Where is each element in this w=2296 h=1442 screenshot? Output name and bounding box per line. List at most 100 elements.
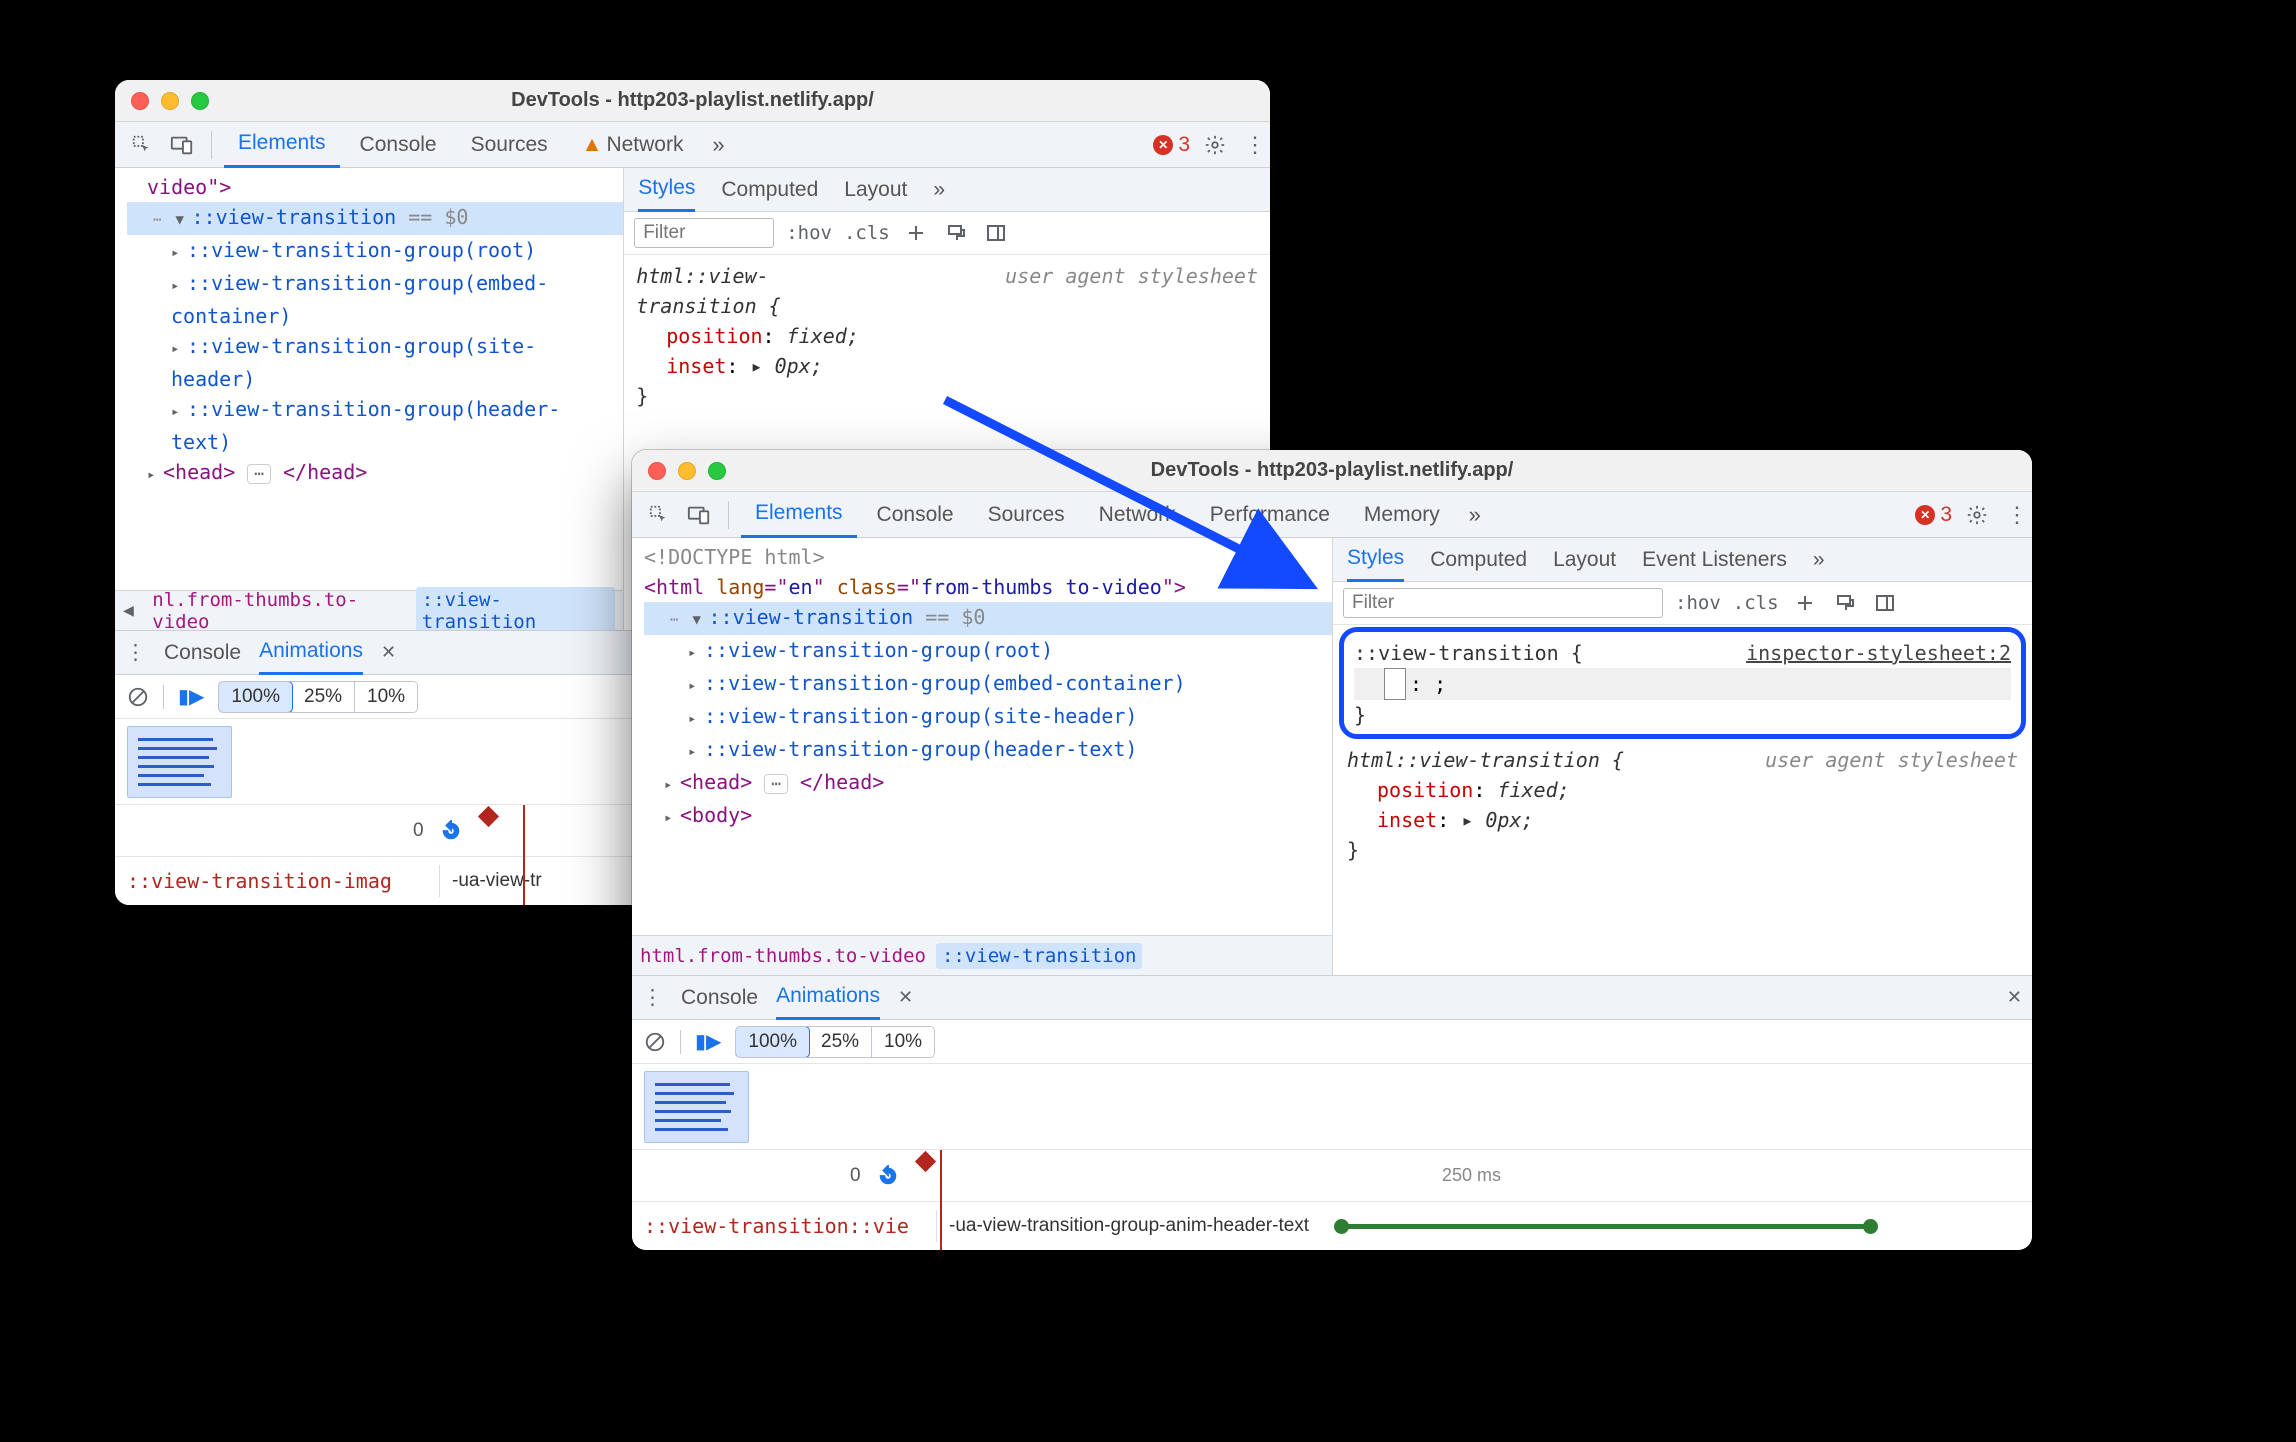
styles-more-icon[interactable]: » [933, 178, 945, 202]
close-dot[interactable] [648, 462, 666, 480]
close-dot[interactable] [131, 92, 149, 110]
dom-group-embed[interactable]: ▸::view-transition-group(embed-container… [644, 668, 1332, 701]
new-rule-icon[interactable] [902, 223, 930, 243]
speed-10[interactable]: 10% [355, 682, 417, 712]
styles-filter[interactable] [1343, 588, 1663, 618]
error-badge[interactable]: ✕ 3 [1145, 133, 1198, 157]
tab-close-icon[interactable]: ✕ [898, 987, 913, 1008]
speed-100[interactable]: 100% [218, 681, 293, 713]
clear-icon[interactable] [644, 1031, 666, 1053]
anim-thumb[interactable] [127, 726, 232, 798]
cls-toggle[interactable]: .cls [844, 222, 890, 244]
settings-icon[interactable] [1204, 134, 1234, 156]
dtab-console[interactable]: Console [164, 631, 241, 675]
dom-group-header-text[interactable]: ▸::view-transition-group(header-text) [644, 734, 1332, 767]
tab-styles[interactable]: Styles [638, 168, 695, 212]
dom-group-header-text[interactable]: ▸::view-transition-group(header- [127, 394, 623, 427]
zoom-dot[interactable] [708, 462, 726, 480]
kebab-icon[interactable]: ⋮ [1240, 132, 1270, 158]
tab-sources[interactable]: Sources [457, 122, 562, 168]
keyframe-diamond[interactable] [914, 1150, 935, 1171]
panel-toggle-icon[interactable] [1871, 593, 1899, 613]
cls-toggle[interactable]: .cls [1733, 592, 1779, 614]
device-toggle-icon[interactable] [165, 128, 199, 162]
dom-head[interactable]: ▸<head> ⋯ </head> [644, 767, 1332, 800]
speed-10[interactable]: 10% [872, 1027, 934, 1057]
styles-more-icon[interactable]: » [1813, 548, 1825, 572]
styles-filter[interactable] [634, 218, 774, 248]
replay-icon[interactable] [877, 1165, 899, 1187]
speed-25[interactable]: 25% [809, 1027, 872, 1057]
playhead-line[interactable] [940, 1150, 942, 1250]
inspect-icon[interactable] [642, 498, 676, 532]
tab-computed[interactable]: Computed [721, 168, 818, 212]
inspect-icon[interactable] [125, 128, 159, 162]
crumb-html[interactable]: html.from-thumbs.to-video [640, 945, 926, 967]
clear-icon[interactable] [127, 686, 149, 708]
more-tabs-icon[interactable]: » [703, 132, 733, 158]
play-icon[interactable]: ▮▶ [178, 684, 204, 709]
keyframe-diamond[interactable] [477, 805, 498, 826]
stylesheet-link[interactable]: inspector-stylesheet:2 [1746, 638, 2011, 668]
crumb-left-icon[interactable]: ◀ [123, 600, 142, 621]
paint-icon[interactable] [1831, 593, 1859, 613]
tab-console[interactable]: Console [346, 122, 451, 168]
dom-group-embed[interactable]: ▸::view-transition-group(embed- [127, 268, 623, 301]
playhead-line[interactable] [523, 805, 525, 905]
minimize-dot[interactable] [678, 462, 696, 480]
property-edit-input[interactable] [1384, 668, 1406, 700]
anim-track[interactable]: ::view-transition::vie -ua-view-transiti… [632, 1202, 2032, 1250]
anim-ruler[interactable]: 0 250 ms [632, 1150, 2032, 1202]
tab-elements[interactable]: Elements [741, 492, 857, 538]
panel-toggle-icon[interactable] [982, 223, 1010, 243]
drawer-kebab-icon[interactable]: ⋮ [125, 640, 146, 665]
hov-toggle[interactable]: :hov [1675, 592, 1721, 614]
dtab-console[interactable]: Console [681, 976, 758, 1020]
tab-memory[interactable]: Memory [1350, 492, 1454, 538]
tab-layout[interactable]: Layout [1553, 538, 1616, 582]
dom-tree[interactable]: video"> ⋯ ▼::view-transition == $0 ▸::vi… [115, 168, 623, 590]
crumb-html[interactable]: nl.from-thumbs.to-video [152, 589, 406, 631]
anim-thumb[interactable] [644, 1071, 749, 1143]
speed-100[interactable]: 100% [735, 1026, 810, 1058]
drawer-kebab-icon[interactable]: ⋮ [642, 985, 663, 1010]
dom-group-site-header[interactable]: ▸::view-transition-group(site-header) [644, 701, 1332, 734]
tab-event-listeners[interactable]: Event Listeners [1642, 538, 1787, 582]
tab-layout[interactable]: Layout [844, 168, 907, 212]
dtab-animations[interactable]: Animations [776, 976, 880, 1020]
breadcrumb[interactable]: ◀ nl.from-thumbs.to-video ::view-transit… [115, 590, 623, 630]
error-badge[interactable]: ✕ 3 [1907, 503, 1960, 527]
settings-icon[interactable] [1966, 504, 1996, 526]
tab-computed[interactable]: Computed [1430, 538, 1527, 582]
dom-tree[interactable]: <!DOCTYPE html> <html lang="en" class="f… [632, 538, 1332, 935]
device-toggle-icon[interactable] [682, 498, 716, 532]
tab-close-icon[interactable]: ✕ [381, 642, 396, 663]
dom-body[interactable]: ▸<body> [644, 800, 1332, 833]
dom-selected-node[interactable]: ⋯ ▼::view-transition == $0 [644, 602, 1332, 635]
replay-icon[interactable] [440, 820, 462, 842]
breadcrumb[interactable]: html.from-thumbs.to-video ::view-transit… [632, 935, 1332, 975]
dom-group-root[interactable]: ▸::view-transition-group(root) [644, 635, 1332, 668]
play-icon[interactable]: ▮▶ [695, 1029, 721, 1054]
kebab-icon[interactable]: ⋮ [2002, 502, 2032, 528]
dom-selected-node[interactable]: ⋯ ▼::view-transition == $0 [127, 202, 623, 235]
crumb-selected[interactable]: ::view-transition [936, 943, 1142, 969]
dom-group-site-header[interactable]: ▸::view-transition-group(site- [127, 331, 623, 364]
dtab-animations[interactable]: Animations [259, 631, 363, 675]
crumb-selected[interactable]: ::view-transition [416, 587, 615, 631]
dom-group-root[interactable]: ▸::view-transition-group(root) [127, 235, 623, 268]
anim-duration-bar[interactable] [1341, 1224, 1871, 1229]
minimize-dot[interactable] [161, 92, 179, 110]
hov-toggle[interactable]: :hov [786, 222, 832, 244]
zoom-dot[interactable] [191, 92, 209, 110]
tab-network[interactable]: ▲ Network [568, 122, 698, 168]
tab-styles[interactable]: Styles [1347, 538, 1404, 582]
dom-head[interactable]: ▸<head> ⋯ </head> [127, 457, 623, 490]
speed-25[interactable]: 25% [292, 682, 355, 712]
rules-list[interactable]: ::view-transition {inspector-stylesheet:… [1333, 625, 2032, 869]
tab-elements[interactable]: Elements [224, 122, 340, 168]
paint-icon[interactable] [942, 223, 970, 243]
drawer-close-icon[interactable]: ✕ [2007, 987, 2022, 1008]
new-rule-icon[interactable] [1791, 593, 1819, 613]
more-tabs-icon[interactable]: » [1460, 502, 1490, 528]
